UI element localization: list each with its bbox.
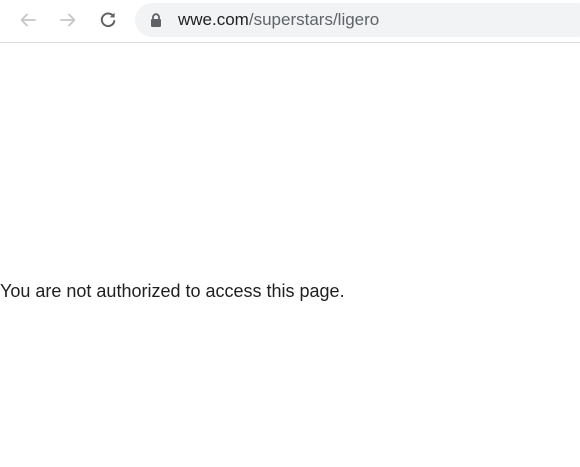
forward-button[interactable] [53,5,83,35]
back-button[interactable] [13,5,43,35]
arrow-right-icon [58,10,78,30]
page-content: You are not authorized to access this pa… [0,43,580,467]
url-path: /superstars/ligero [248,10,380,29]
arrow-left-icon [18,10,38,30]
url-text[interactable]: wwe.com/superstars/ligero [178,3,379,37]
reload-icon [98,10,118,30]
reload-button[interactable] [93,5,123,35]
error-message: You are not authorized to access this pa… [0,281,345,301]
url-host: wwe.com [178,10,249,29]
browser-toolbar: wwe.com/superstars/ligero [0,0,580,43]
lock-icon[interactable] [150,13,162,27]
address-bar[interactable]: wwe.com/superstars/ligero [135,3,580,37]
